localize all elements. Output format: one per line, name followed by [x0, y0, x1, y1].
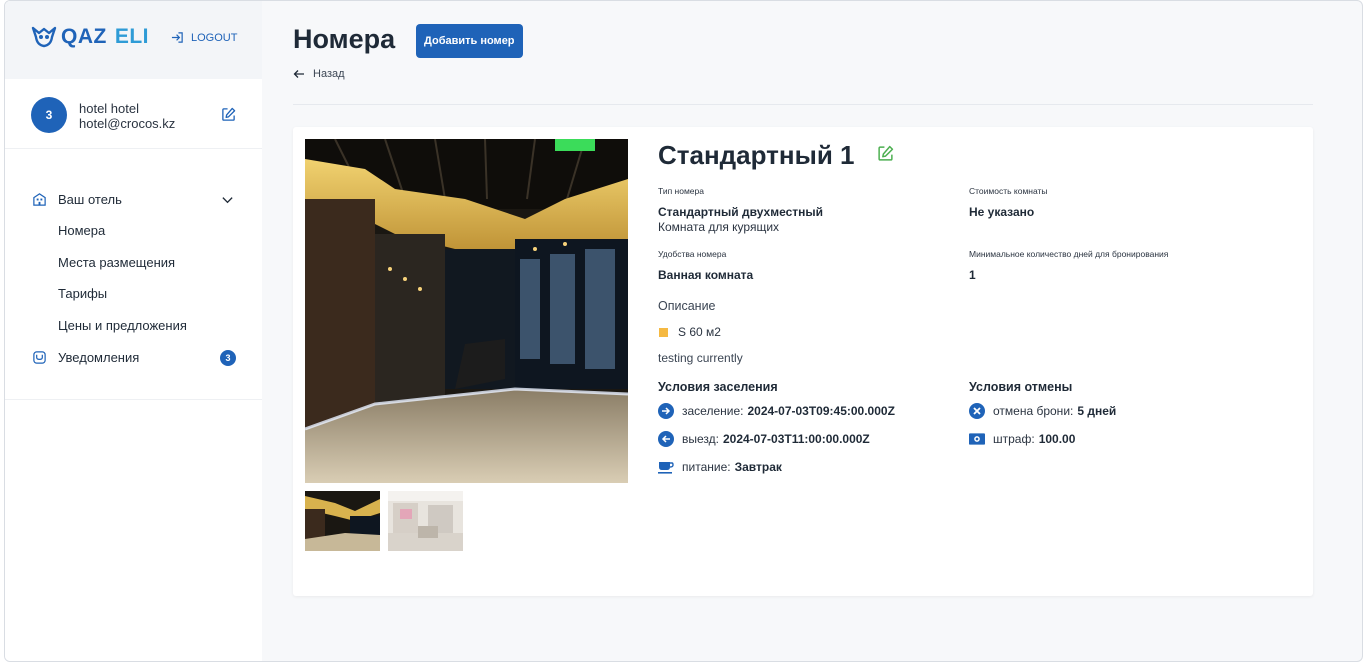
- room-thumbnail[interactable]: [388, 491, 463, 551]
- arrow-left-icon: [293, 70, 304, 78]
- meal-value: Завтрак: [734, 460, 782, 474]
- arrow-left-circle-icon: [658, 431, 674, 447]
- avatar[interactable]: 3: [31, 97, 67, 133]
- amenities-value: Ванная комната: [658, 268, 754, 282]
- checkout-label: выезд:: [682, 432, 719, 446]
- edit-icon: [878, 145, 894, 161]
- sidebar-item-notifications[interactable]: Уведомления 3: [5, 341, 262, 373]
- main-content: Номера Добавить номер Назад Стандартный …: [262, 1, 1362, 661]
- amenities-label: Удобства номера: [658, 249, 727, 259]
- room-price-value: Не указано: [969, 205, 1035, 219]
- cancel-label: отмена брони:: [993, 404, 1074, 418]
- min-days-value: 1: [969, 268, 976, 282]
- notifications-count-badge: 3: [220, 350, 236, 366]
- sidebar-item-label: Уведомления: [58, 349, 140, 365]
- sidebar-item-prices[interactable]: Цены и предложения: [5, 310, 262, 342]
- area-square-icon: [659, 327, 668, 337]
- checkin-heading: Условия заселения: [658, 380, 778, 394]
- sidebar-item-tariffs[interactable]: Тарифы: [5, 278, 262, 310]
- edit-room-button[interactable]: [877, 145, 894, 167]
- sidebar-item-rooms[interactable]: Номера: [5, 215, 262, 247]
- sidebar-header: QAZ ELI LOGOUT: [5, 1, 262, 79]
- divider: [5, 399, 262, 400]
- logout-icon: [171, 32, 183, 43]
- page-title: Номера: [293, 24, 396, 54]
- cancel-value: 5 дней: [1077, 404, 1117, 418]
- coffee-cup-icon: [658, 459, 674, 475]
- meal-row: питание: Завтрак: [658, 459, 782, 475]
- cancel-heading: Условия отмены: [969, 380, 1073, 394]
- fine-value: 100.00: [1038, 432, 1076, 446]
- sidebar-item-label: Ваш отель: [58, 191, 122, 207]
- lounge-thumbnail-image: [388, 491, 463, 551]
- description-text: testing currently: [658, 351, 743, 365]
- fine-row: штраф: 100.00: [969, 431, 1075, 447]
- lobby-photo-image: [305, 139, 628, 483]
- min-days-label: Минимальное количество дней для брониров…: [969, 249, 1169, 259]
- profile-name: hotel hotel: [79, 101, 139, 116]
- logout-button[interactable]: LOGOUT: [171, 31, 237, 44]
- edit-profile-button[interactable]: [221, 107, 236, 127]
- money-bill-icon: [969, 431, 985, 447]
- room-type-value: Стандартный двухместный: [658, 205, 824, 219]
- area-value: S 60 м2: [678, 325, 721, 339]
- logo-owl-icon: [31, 26, 57, 48]
- meal-label: питание:: [682, 460, 731, 474]
- logo-text-eli: ELI: [114, 25, 149, 48]
- checkin-label: заселение:: [682, 404, 744, 418]
- checkout-row: выезд: 2024-07-03T11:00:00.000Z: [658, 431, 870, 447]
- room-type-label: Тип номера: [658, 186, 704, 196]
- logout-label: LOGOUT: [191, 31, 238, 44]
- room-thumbnail[interactable]: [305, 491, 380, 551]
- profile-info: hotel hotel hotel@crocos.kz: [79, 101, 175, 131]
- area-row: S 60 м2: [659, 325, 721, 339]
- logo[interactable]: QAZ ELI: [31, 25, 149, 49]
- sidebar: QAZ ELI LOGOUT 3 hotel hotel hotel@croco…: [5, 1, 262, 661]
- cancel-row: отмена брони: 5 дней: [969, 403, 1116, 419]
- add-room-button[interactable]: Добавить номер: [416, 24, 523, 58]
- profile-email: hotel@crocos.kz: [79, 116, 176, 131]
- room-price-label: Стоимость комнаты: [969, 186, 1048, 196]
- notification-icon: [31, 349, 47, 365]
- profile-block: 3 hotel hotel hotel@crocos.kz: [5, 79, 262, 149]
- checkin-row: заселение: 2024-07-03T09:45:00.000Z: [658, 403, 895, 419]
- chevron-down-icon[interactable]: [221, 193, 234, 206]
- room-title: Стандартный 1: [658, 140, 855, 170]
- room-main-photo[interactable]: [305, 139, 628, 483]
- sidebar-item-your-hotel[interactable]: Ваш отель: [5, 183, 262, 215]
- logo-text-qaz: QAZ: [61, 25, 107, 48]
- checkin-value: 2024-07-03T09:45:00.000Z: [747, 404, 895, 418]
- room-card: Стандартный 1 Тип номера Стандартный дву…: [293, 127, 1313, 596]
- app-window: QAZ ELI LOGOUT 3 hotel hotel hotel@croco…: [4, 0, 1363, 662]
- description-label: Описание: [658, 299, 716, 313]
- hotel-icon: [31, 191, 47, 207]
- x-circle-icon: [969, 403, 985, 419]
- arrow-right-circle-icon: [658, 403, 674, 419]
- divider: [293, 104, 1313, 105]
- back-label: Назад: [313, 68, 345, 80]
- checkout-value: 2024-07-03T11:00:00.000Z: [722, 432, 870, 446]
- back-link[interactable]: Назад: [293, 68, 345, 80]
- sidebar-nav: Ваш отель Номера Места размещения Тарифы…: [5, 183, 262, 373]
- fine-label: штраф:: [993, 432, 1035, 446]
- sidebar-item-accommodations[interactable]: Места размещения: [5, 247, 262, 279]
- room-type-sub: Комната для курящих: [658, 220, 780, 234]
- lobby-thumbnail-image: [305, 491, 380, 551]
- edit-icon: [222, 107, 236, 121]
